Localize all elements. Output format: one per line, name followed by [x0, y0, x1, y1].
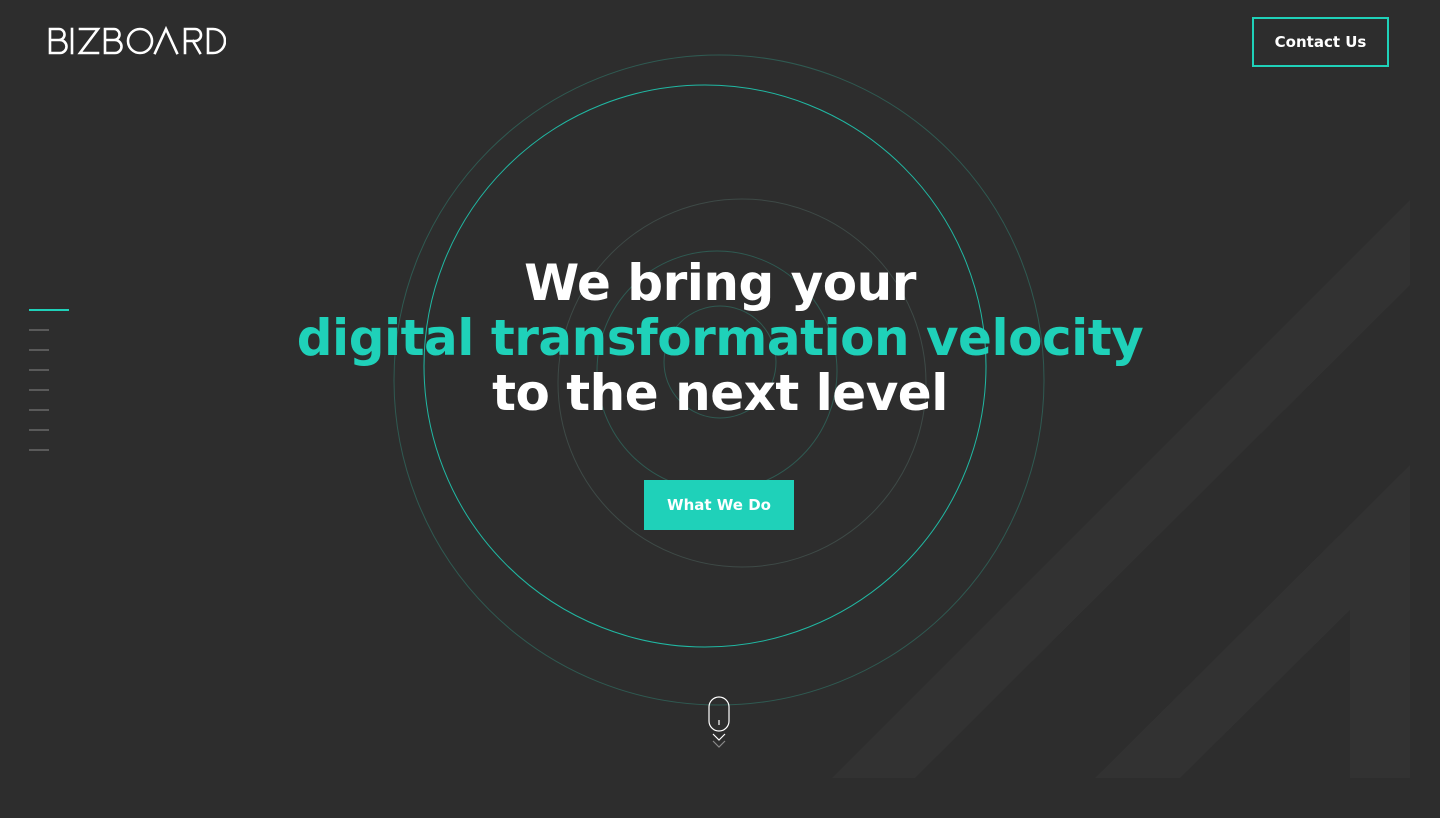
hero-page: Contact Us We bring your digital transfo… — [0, 0, 1440, 818]
brand-logo[interactable] — [48, 25, 227, 56]
headline-line-1: We bring your — [524, 254, 916, 312]
hero-headline: We bring your digital transformation vel… — [0, 256, 1440, 421]
slide-nav-item-8[interactable] — [29, 449, 49, 451]
contact-us-button[interactable]: Contact Us — [1252, 17, 1389, 67]
headline-line-3: to the next level — [492, 364, 948, 422]
bizboard-logo-icon — [48, 25, 227, 55]
headline-line-2: digital transformation velocity — [296, 309, 1144, 367]
what-we-do-button[interactable]: What We Do — [644, 480, 794, 530]
scroll-down-indicator[interactable] — [706, 696, 732, 752]
mouse-scroll-icon — [708, 696, 730, 748]
slide-nav-item-7[interactable] — [29, 429, 49, 431]
